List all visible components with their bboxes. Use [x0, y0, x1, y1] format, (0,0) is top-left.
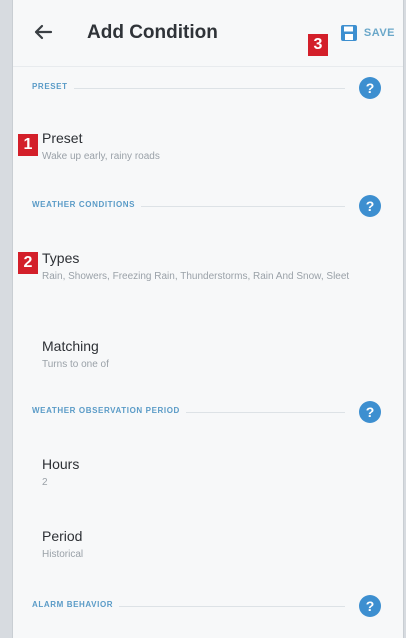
setting-label: Hours: [42, 456, 80, 472]
section-title: WEATHER CONDITIONS: [32, 200, 142, 209]
hours-setting[interactable]: Hours 2: [42, 456, 392, 489]
setting-value: Wake up early, rainy roads: [42, 151, 160, 162]
section-divider: [32, 88, 345, 89]
section-header-preset: PRESET ?: [13, 72, 403, 106]
app-bar: Add Condition SAVE: [13, 0, 403, 66]
section-header-weather-conditions: WEATHER CONDITIONS ?: [13, 190, 403, 224]
section-title: ALARM BEHAVIOR: [32, 600, 120, 609]
help-icon[interactable]: ?: [359, 595, 381, 617]
setting-label: Period: [42, 528, 83, 544]
callout-badge-2: 2: [18, 252, 38, 274]
callout-badge-1: 1: [18, 134, 38, 156]
setting-value: 2: [42, 477, 48, 488]
setting-label: Types: [42, 250, 80, 266]
app-screen: Add Condition SAVE PRESET ? Preset Wake …: [12, 0, 404, 638]
setting-value: Historical: [42, 549, 84, 560]
help-icon[interactable]: ?: [359, 77, 381, 99]
matching-setting[interactable]: Matching Turns to one of: [42, 338, 392, 371]
setting-label: Preset: [42, 130, 83, 146]
page-title: Add Condition: [87, 22, 218, 43]
setting-value: Turns to one of: [42, 359, 109, 370]
save-button[interactable]: SAVE: [340, 22, 395, 44]
section-header-observation-period: WEATHER OBSERVATION PERIOD ?: [13, 396, 403, 430]
section-header-alarm-behavior: ALARM BEHAVIOR ?: [13, 590, 403, 624]
section-title: PRESET: [32, 82, 74, 91]
help-icon[interactable]: ?: [359, 401, 381, 423]
preset-setting[interactable]: Preset Wake up early, rainy roads: [42, 130, 392, 163]
setting-value: Rain, Showers, Freezing Rain, Thundersto…: [42, 271, 350, 282]
save-label: SAVE: [363, 27, 395, 39]
app-bar-divider: [13, 66, 403, 67]
callout-badge-3: 3: [308, 34, 328, 56]
floppy-disk-icon: [340, 25, 357, 41]
setting-label: Matching: [42, 338, 99, 354]
types-setting[interactable]: Types Rain, Showers, Freezing Rain, Thun…: [42, 250, 392, 283]
back-arrow-icon[interactable]: [31, 20, 55, 44]
section-title: WEATHER OBSERVATION PERIOD: [32, 406, 186, 415]
period-setting[interactable]: Period Historical: [42, 528, 392, 561]
help-icon[interactable]: ?: [359, 195, 381, 217]
